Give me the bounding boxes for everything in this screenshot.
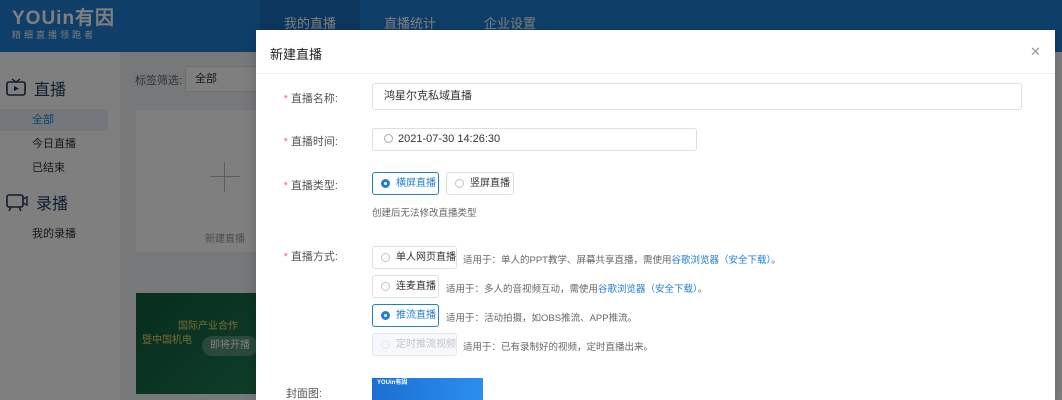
radio-single-web-label: 单人网页直播 (396, 252, 456, 263)
new-live-dialog: 新建直播 ✕ * 直播名称: 鸿星尔克私域直播 * 直播时间: 2021-07-30… (256, 30, 1055, 400)
radio-push-stream-live[interactable]: 推流直播 (372, 304, 439, 327)
push-stream-hint: 适用于：活动拍摄，如OBS推流、APP推流。 (446, 313, 638, 324)
live-time-label: * 直播时间: (256, 133, 338, 149)
radio-dot (381, 311, 390, 320)
radio-scheduled-video: 定时推流视频 (372, 333, 457, 356)
chrome-download-link[interactable]: 谷歌浏览器（安全下载） (671, 255, 771, 266)
required-mark: * (283, 93, 288, 105)
radio-dot (381, 253, 390, 262)
live-time-label-text: 直播时间: (290, 136, 338, 148)
radio-dot (381, 179, 390, 188)
radio-scheduled-label: 定时推流视频 (396, 339, 456, 350)
required-mark: * (283, 136, 288, 148)
co-host-hint: 适用于：多人的音视频互动，需使用谷歌浏览器（安全下载）。 (446, 281, 707, 295)
radio-portrait-live[interactable]: 竖屏直播 (446, 172, 514, 195)
live-type-label-text: 直播类型: (290, 180, 338, 192)
cover-label: 封面图: (285, 388, 322, 400)
live-name-label-text: 直播名称: (290, 93, 338, 105)
radio-push-stream-label: 推流直播 (396, 310, 436, 321)
radio-dot (381, 282, 390, 291)
radio-dot (381, 340, 390, 349)
radio-landscape-label: 横屏直播 (396, 178, 436, 189)
radio-landscape-live[interactable]: 横屏直播 (372, 172, 439, 195)
radio-dot (455, 179, 464, 188)
chrome-download-link[interactable]: 谷歌浏览器（安全下载） (598, 284, 698, 295)
radio-portrait-label: 竖屏直播 (470, 178, 510, 189)
live-method-label-text: 直播方式: (290, 251, 338, 263)
live-type-label: * 直播类型: (256, 177, 338, 193)
close-icon[interactable]: ✕ (1030, 44, 1041, 60)
live-type-hint: 创建后无法修改直播类型 (372, 208, 477, 219)
radio-co-host-label: 连麦直播 (396, 281, 436, 292)
required-mark: * (283, 251, 288, 263)
hint-suffix: 。 (771, 255, 781, 266)
co-host-hint-text: 适用于：多人的音视频互动，需使用 (446, 284, 599, 295)
hint-suffix: 。 (697, 284, 708, 295)
live-method-label: * 直播方式: (256, 248, 338, 264)
scheduled-video-hint: 适用于：已有录制好的视频，定时直播出来。 (463, 342, 654, 353)
dialog-title: 新建直播 (270, 47, 323, 62)
live-name-label: * 直播名称: (256, 90, 338, 106)
live-time-picker[interactable]: 2021-07-30 14:26:30 (372, 128, 697, 151)
required-mark: * (283, 180, 288, 192)
dialog-header: 新建直播 ✕ (256, 30, 1055, 74)
clock-icon (384, 134, 393, 143)
single-web-hint: 适用于：单人的PPT教学、屏幕共享直播，需使用谷歌浏览器（安全下载）。 (463, 252, 781, 266)
radio-single-web-live[interactable]: 单人网页直播 (372, 246, 457, 269)
cover-logo-text: YOUin有因 (377, 380, 408, 386)
single-web-hint-text: 适用于：单人的PPT教学、屏幕共享直播，需使用 (463, 255, 672, 266)
cover-image-upload[interactable]: YOUin有因 (372, 378, 483, 400)
radio-co-host-live[interactable]: 连麦直播 (372, 275, 439, 298)
live-name-input[interactable]: 鸿星尔克私域直播 (372, 83, 1022, 110)
live-time-value: 2021-07-30 14:26:30 (398, 133, 501, 145)
